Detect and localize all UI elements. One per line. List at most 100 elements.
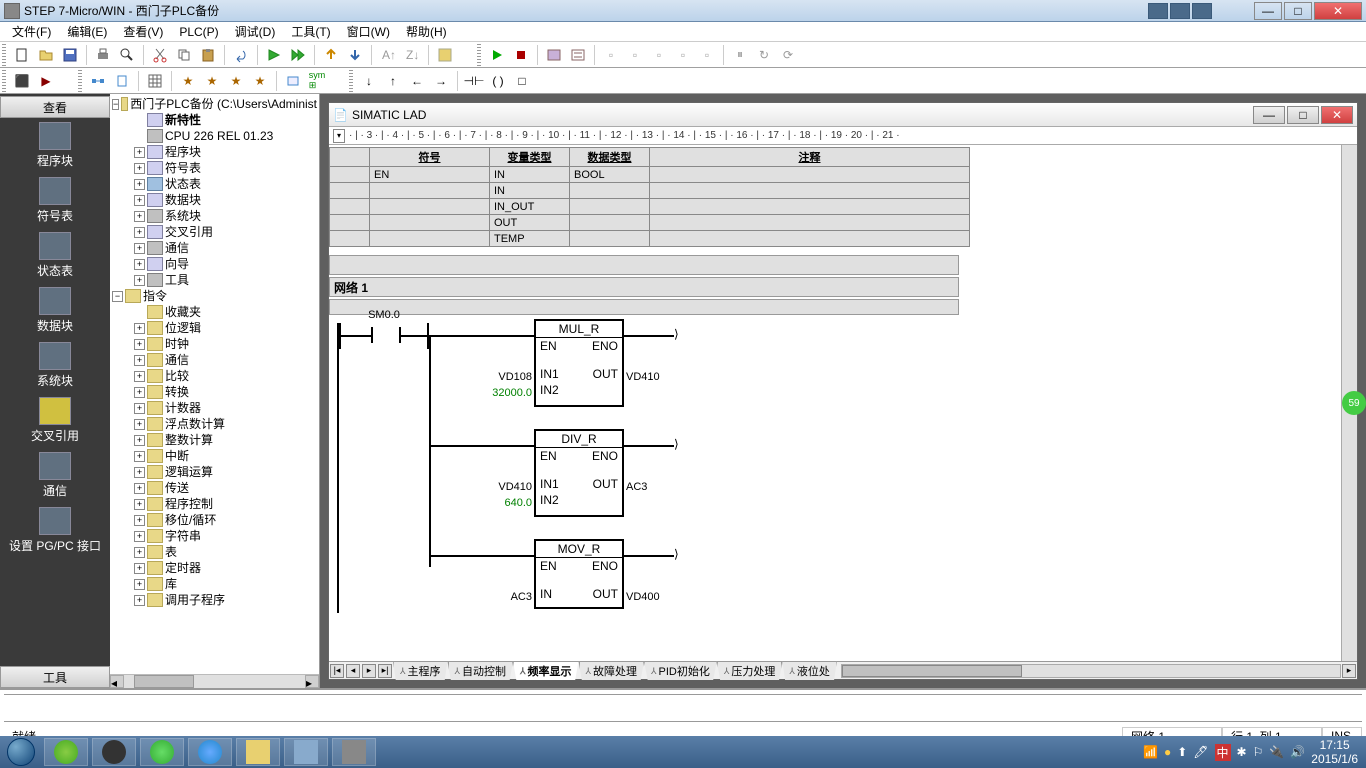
scroll-right-button[interactable]: ▸ [1342,664,1356,678]
tree-instruction-2[interactable]: +时钟 [134,336,317,352]
aux-button-3[interactable] [1192,3,1212,19]
single-read-icon[interactable]: ▫ [600,44,622,66]
download-icon[interactable] [344,44,366,66]
clear-icon[interactable]: ★ [249,70,271,92]
menu-window[interactable]: 窗口(W) [339,21,398,42]
volume-icon[interactable]: 🔊 [1290,745,1305,759]
new-icon[interactable] [11,44,33,66]
options-icon[interactable] [434,44,456,66]
compile-icon[interactable] [263,44,285,66]
tree-instruction-18[interactable]: +调用子程序 [134,592,317,608]
sidebar-item-communications[interactable]: 通信 [0,452,110,499]
addressing-icon[interactable] [282,70,304,92]
toolbar-grip-3[interactable] [2,70,6,92]
close-button[interactable]: ✕ [1314,2,1362,20]
menu-edit[interactable]: 编辑(E) [59,21,115,42]
editor-maximize-button[interactable]: □ [1287,106,1319,124]
network-comment-bar[interactable] [329,255,959,275]
status-chart-icon[interactable] [543,44,565,66]
tree-instruction-10[interactable]: +逻辑运算 [134,464,317,480]
tray-icon-4[interactable]: 中 [1215,744,1231,761]
menu-view[interactable]: 查看(V) [115,21,171,42]
stop-icon[interactable] [510,44,532,66]
force-icon[interactable]: ▫ [648,44,670,66]
menu-debug[interactable]: 调试(D) [227,21,284,42]
editor-close-button[interactable]: ✕ [1321,106,1353,124]
multi-scan-icon[interactable]: ⟳ [777,44,799,66]
tree-folder-7[interactable]: +向导 [134,256,317,272]
sort-desc-icon[interactable]: Z↓ [401,44,423,66]
line-down-icon[interactable]: ↓ [358,70,380,92]
tray-icon-1[interactable]: ● [1164,745,1171,759]
tree-folder-0[interactable]: +程序块 [134,144,317,160]
program-status-icon[interactable] [567,44,589,66]
upload-icon[interactable] [320,44,342,66]
editor-tab-4[interactable]: PID初始化 [644,661,717,680]
toggle-bookmark-icon[interactable]: ⬛ [11,70,33,92]
editor-tab-3[interactable]: 故障处理 [579,661,645,680]
tree-instruction-3[interactable]: +通信 [134,352,317,368]
pause-icon[interactable]: ⏸ [729,44,751,66]
ladder-network-1[interactable]: SM0.0 MUL_R [329,323,1341,623]
tree-instruction-15[interactable]: +表 [134,544,317,560]
line-right-icon[interactable]: → [430,70,452,92]
editor-tab-6[interactable]: 液位处 [782,661,837,680]
output-window[interactable] [4,694,1362,722]
sidebar-item-program-block[interactable]: 程序块 [0,122,110,169]
network-icon[interactable] [87,70,109,92]
sidebar-item-cross-reference[interactable]: 交叉引用 [0,397,110,444]
menu-help[interactable]: 帮助(H) [398,21,455,42]
write-all-icon[interactable]: ▫ [624,44,646,66]
tree-instruction-9[interactable]: +中断 [134,448,317,464]
sidebar-item-status-chart[interactable]: 状态表 [0,232,110,279]
taskbar-step7[interactable] [332,738,376,766]
tree-instruction-5[interactable]: +转换 [134,384,317,400]
wifi-icon[interactable]: 📶 [1143,745,1158,759]
contact-sm00[interactable]: SM0.0 [339,323,429,349]
tree-instruction-1[interactable]: +位逻辑 [134,320,317,336]
tab-last-button[interactable]: ▸| [378,664,392,678]
start-button[interactable] [0,736,42,768]
undo-icon[interactable] [230,44,252,66]
editor-tab-0[interactable]: 主程序 [393,661,448,680]
block-div-r[interactable]: DIV_R ENENO IN1OUTVD410AC3 IN2640.0 [534,429,624,517]
paste-icon[interactable] [197,44,219,66]
taskbar-app-3[interactable] [140,738,184,766]
copy-icon[interactable] [173,44,195,66]
minimize-button[interactable]: — [1254,2,1282,20]
taskbar-app-2[interactable] [92,738,136,766]
tab-prev-button[interactable]: ◂ [346,664,360,678]
editor-tab-5[interactable]: 压力处理 [717,661,783,680]
sidebar-item-data-block[interactable]: 数据块 [0,287,110,334]
coil-icon[interactable]: ( ) [487,70,509,92]
box-icon[interactable]: □ [511,70,533,92]
print-icon[interactable] [92,44,114,66]
taskbar-app-1[interactable] [44,738,88,766]
sidebar-item-set-pgpc[interactable]: 设置 PG/PC 接口 [0,507,110,554]
taskbar-app-6[interactable] [284,738,328,766]
toolbar-grip-5[interactable] [349,70,353,92]
tab-first-button[interactable]: |◂ [330,664,344,678]
compile-all-icon[interactable] [287,44,309,66]
editor-tab-2[interactable]: 频率显示 [513,661,579,680]
save-icon[interactable] [59,44,81,66]
single-scan-icon[interactable]: ↻ [753,44,775,66]
toolbar-grip[interactable] [2,44,6,66]
next-icon[interactable]: ★ [201,70,223,92]
tree-instruction-7[interactable]: +浮点数计算 [134,416,317,432]
taskbar-explorer[interactable] [236,738,280,766]
symbol-info-icon[interactable]: sym⊞ [306,70,328,92]
cut-icon[interactable] [149,44,171,66]
insert-network-icon[interactable] [111,70,133,92]
editor-minimize-button[interactable]: — [1253,106,1285,124]
aux-button-2[interactable] [1170,3,1190,19]
print-preview-icon[interactable] [116,44,138,66]
badge-icon[interactable]: 59 [1342,391,1366,415]
tree-instruction-14[interactable]: +字符串 [134,528,317,544]
grid-icon[interactable] [144,70,166,92]
bluetooth-icon[interactable]: ✱ [1237,745,1247,759]
tree-cpu[interactable]: CPU 226 REL 01.23 [134,128,317,144]
tray-icon-2[interactable]: ⬆ [1177,745,1187,759]
power-icon[interactable]: 🔌 [1269,745,1284,759]
sidebar-item-system-block[interactable]: 系统块 [0,342,110,389]
